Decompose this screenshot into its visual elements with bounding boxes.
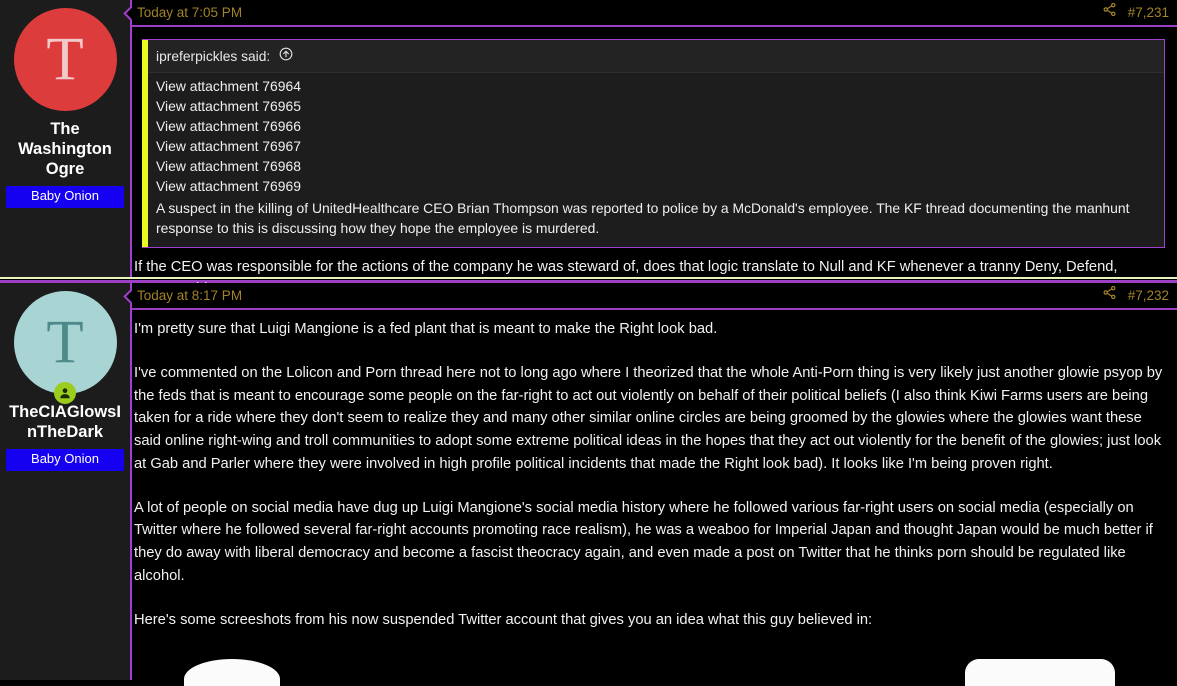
quote-attribution: ipreferpickles said: (142, 40, 1164, 74)
post-paragraph: I'm pretty sure that Luigi Mangione is a… (134, 321, 718, 337)
quote-accent-bar (142, 40, 148, 247)
share-icon[interactable] (1102, 2, 1117, 22)
thread-page: T The Washington Ogre Baby Onion Today a… (0, 0, 1177, 686)
post-user-column: T The Washington Ogre Baby Onion (0, 0, 132, 277)
post-body: I'm pretty sure that Luigi Mangione is a… (132, 310, 1177, 686)
post-user-column: T TheCIAGlowsInTheDark Baby Onion (0, 283, 132, 680)
post-paragraph: A lot of people on social media have dug… (134, 499, 1153, 585)
post-header-actions: #7,232 (1102, 285, 1169, 305)
online-status-icon (54, 382, 76, 404)
avatar[interactable]: T (13, 291, 117, 394)
username[interactable]: The Washington Ogre (6, 119, 124, 179)
attachment-link[interactable]: View attachment 76967 (156, 136, 1156, 156)
post-paragraph: I've commented on the Lolicon and Porn t… (134, 364, 1163, 472)
share-icon[interactable] (1102, 285, 1117, 305)
post-content-column: Today at 8:17 PM #7,232 I'm pretty sure … (130, 283, 1177, 686)
attachment-link[interactable]: View attachment 76966 (156, 116, 1156, 136)
username[interactable]: TheCIAGlowsInTheDark (6, 402, 124, 442)
attachment-thumbnail-1[interactable] (184, 658, 280, 686)
user-title-badge: Baby Onion (6, 186, 124, 208)
quote-content: View attachment 76964 View attachment 76… (142, 73, 1164, 246)
post-7232: T TheCIAGlowsInTheDark Baby Onion Today … (0, 283, 1177, 686)
post-date[interactable]: Today at 7:05 PM (135, 5, 242, 20)
attachment-link[interactable]: View attachment 76964 (156, 76, 1156, 96)
circle-arrow-up-icon[interactable] (279, 46, 293, 67)
post-header: Today at 8:17 PM #7,232 (132, 283, 1177, 310)
avatar[interactable]: T (13, 8, 117, 111)
quote-text: A suspect in the killing of UnitedHealth… (156, 200, 1130, 237)
post-content-column: Today at 7:05 PM #7,231 ipreferpickles s… (130, 0, 1177, 297)
avatar-wrap[interactable]: T (13, 8, 117, 111)
quote-author-label: ipreferpickles said: (156, 49, 271, 64)
user-title-badge: Baby Onion (6, 449, 124, 471)
speech-bubble-notch (123, 288, 132, 304)
post-number[interactable]: #7,232 (1128, 288, 1169, 303)
blockquote: ipreferpickles said: View attachment 769… (142, 39, 1165, 248)
post-date[interactable]: Today at 8:17 PM (135, 288, 242, 303)
attachment-thumbnail-2[interactable] (965, 658, 1115, 686)
post-7231: T The Washington Ogre Baby Onion Today a… (0, 0, 1177, 297)
post-header-actions: #7,231 (1102, 2, 1169, 22)
speech-bubble-notch (123, 5, 132, 21)
avatar-wrap[interactable]: T (13, 291, 117, 404)
attachment-thumbnails (134, 653, 1169, 686)
post-number[interactable]: #7,231 (1128, 5, 1169, 20)
attachment-link[interactable]: View attachment 76965 (156, 96, 1156, 116)
post-body: ipreferpickles said: View attachment 769… (132, 27, 1177, 310)
post-paragraph: Here's some screeshots from his now susp… (134, 611, 873, 628)
attachment-link[interactable]: View attachment 76968 (156, 156, 1156, 176)
post-header: Today at 7:05 PM #7,231 (132, 0, 1177, 27)
attachment-link[interactable]: View attachment 76969 (156, 176, 1156, 196)
